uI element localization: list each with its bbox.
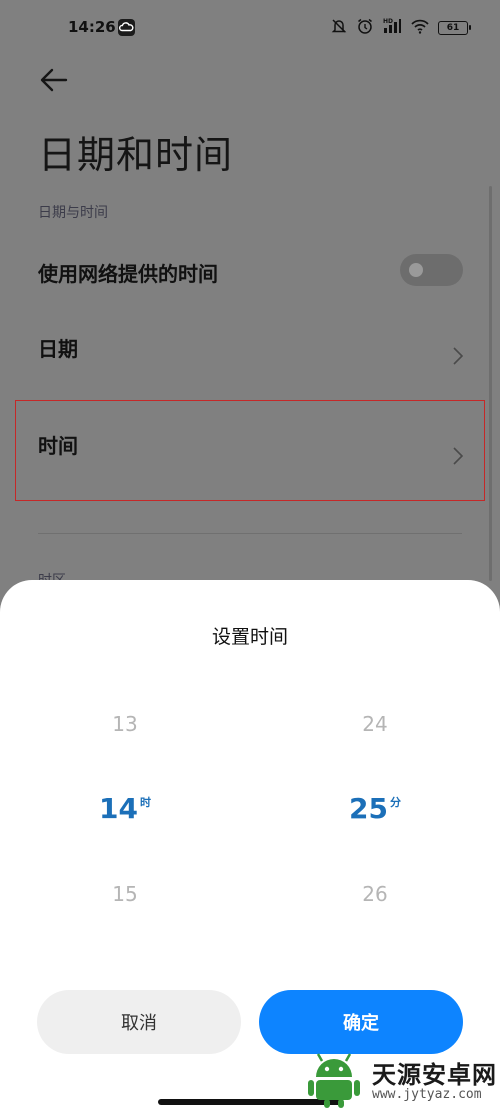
network-time-toggle[interactable] [400,254,463,286]
date-row[interactable]: 日期 [0,315,500,390]
watermark-name: 天源安卓网 [372,1061,497,1089]
arrow-left-icon [40,68,68,92]
hour-selected[interactable]: 14 时 [65,792,185,825]
minute-next[interactable]: 26 [315,882,435,906]
highlight-box [15,400,485,501]
watermark-url: www.jytyaz.com [372,1087,482,1102]
section-label: 日期与时间 [38,205,108,221]
hour-next[interactable]: 15 [65,882,185,906]
minute-unit: 分 [389,796,401,809]
set-time-dialog: 设置时间 13 14 时 15 24 25 分 26 取消 确定 [0,580,500,1111]
watermark: 天源安卓网 www.jytyaz.com [300,1045,500,1111]
hour-unit: 时 [139,796,151,809]
hour-picker[interactable]: 13 14 时 15 [65,680,185,930]
hour-prev[interactable]: 13 [65,712,185,736]
status-icons: HD 61 [330,14,471,42]
page-title: 日期和时间 [38,133,234,177]
hour-value: 14 [99,792,138,825]
signal-hd-icon: HD [382,17,402,39]
battery-icon: 61 [438,21,471,35]
row-label: 使用网络提供的时间 [38,262,218,286]
cancel-button[interactable]: 取消 [37,990,241,1054]
minute-picker[interactable]: 24 25 分 26 [315,680,435,930]
minute-prev[interactable]: 24 [315,712,435,736]
status-bar: 14:26 HD 61 [0,0,500,58]
chevron-right-icon [453,347,464,365]
screen: 14:26 HD 61 日期和时间 日期与时间 使用网络提供的时间 日期 时间 … [0,0,500,1111]
minute-selected[interactable]: 25 分 [315,792,435,825]
toggle-knob [409,263,423,277]
scrollbar[interactable] [489,186,492,581]
wifi-icon [410,17,430,39]
android-logo-icon [308,1053,360,1108]
alarm-icon [356,17,374,39]
cloud-icon [118,19,135,36]
row-label: 日期 [38,337,78,361]
mute-icon [330,17,348,39]
minute-value: 25 [349,792,388,825]
svg-text:HD: HD [383,18,393,25]
divider [38,533,462,534]
status-time: 14:26 [68,18,116,36]
dialog-title: 设置时间 [211,626,288,648]
back-button[interactable] [36,62,72,98]
